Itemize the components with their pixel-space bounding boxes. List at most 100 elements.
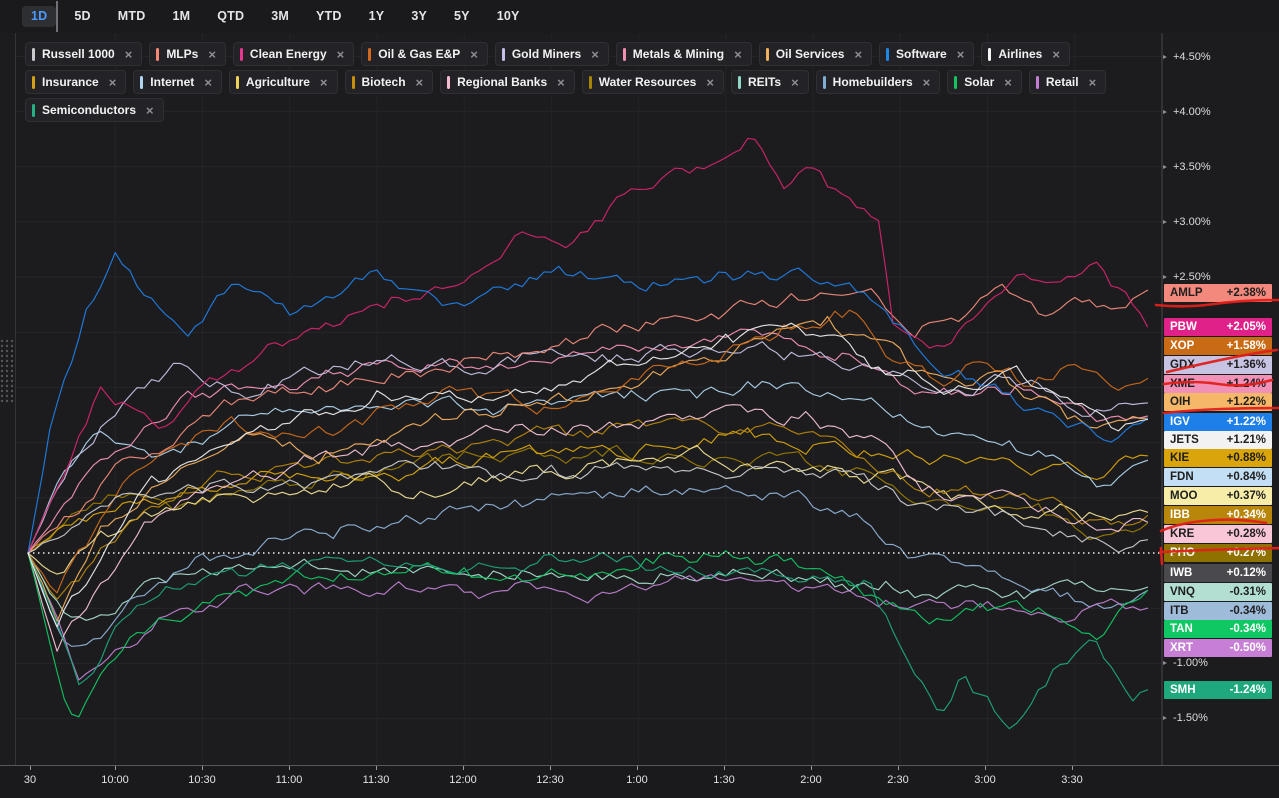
series-color-bar (236, 76, 239, 89)
series-chip[interactable]: Oil & Gas E&P × (361, 42, 488, 66)
series-chip-label: Agriculture (246, 75, 310, 89)
ticker-symbol: MOO (1170, 490, 1197, 502)
time-range-button[interactable]: 5Y (445, 6, 479, 27)
series-color-bar (766, 48, 769, 61)
ticker-change: +0.84% (1227, 471, 1266, 483)
series-color-bar (886, 48, 889, 61)
series-chip[interactable]: Insurance × (25, 70, 126, 94)
ticker-badge[interactable]: JETS +1.21% (1164, 431, 1272, 449)
series-color-bar (823, 76, 826, 89)
series-chip-label: Water Resources (599, 75, 697, 89)
ticker-symbol: AMLP (1170, 287, 1203, 299)
series-chip[interactable]: Semiconductors × (25, 98, 164, 122)
ticker-symbol: XRT (1170, 642, 1193, 654)
ticker-badge[interactable]: MOO +0.37% (1164, 487, 1272, 505)
time-range-button[interactable]: YTD (307, 6, 351, 27)
series-chip-label: Solar (964, 75, 994, 89)
time-range-button[interactable]: MTD (109, 6, 155, 27)
ticker-badge[interactable]: ITB -0.34% (1164, 602, 1272, 620)
chip-row: Insurance × Internet × Agriculture × Bio… (25, 70, 1106, 94)
chart-plot[interactable] (0, 33, 1279, 765)
ticker-badge[interactable]: TAN -0.34% (1164, 620, 1272, 638)
series-chip[interactable]: Russell 1000 × (25, 42, 142, 66)
close-icon[interactable]: × (146, 104, 154, 117)
series-chip[interactable]: MLPs × (149, 42, 226, 66)
y-axis-label: -1.50% (1173, 712, 1208, 724)
ticker-badge[interactable]: AMLP +2.38% (1164, 284, 1272, 302)
series-chip[interactable]: Internet × (133, 70, 222, 94)
series-chip[interactable]: Biotech × (345, 70, 434, 94)
series-chip[interactable]: Homebuilders × (816, 70, 941, 94)
close-icon[interactable]: × (791, 76, 799, 89)
close-icon[interactable]: × (734, 48, 742, 61)
close-icon[interactable]: × (706, 76, 714, 89)
ticker-symbol: OIH (1170, 396, 1190, 408)
ticker-badge[interactable]: IWB +0.12% (1164, 564, 1272, 582)
ticker-badge[interactable]: PBW +2.05% (1164, 318, 1272, 336)
series-chip[interactable]: Solar × (947, 70, 1022, 94)
x-axis-label: 10:00 (101, 774, 129, 786)
ticker-badge[interactable]: XOP +1.58% (1164, 337, 1272, 355)
close-icon[interactable]: × (1004, 76, 1012, 89)
series-chip-label: Russell 1000 (42, 47, 115, 61)
series-chip[interactable]: Water Resources × (582, 70, 724, 94)
ticker-badge[interactable]: XME +1.24% (1164, 375, 1272, 393)
time-range-button[interactable]: 3M (262, 6, 298, 27)
ticker-badge[interactable]: IBB +0.34% (1164, 506, 1272, 524)
ticker-change: +1.21% (1227, 434, 1266, 446)
close-icon[interactable]: × (854, 48, 862, 61)
close-icon[interactable]: × (557, 76, 565, 89)
time-range-button[interactable]: 1Y (360, 6, 394, 27)
time-range-button[interactable]: 5D (65, 6, 99, 27)
close-icon[interactable]: × (125, 48, 133, 61)
x-axis-label: 30 (24, 774, 36, 786)
close-icon[interactable]: × (109, 76, 117, 89)
ticker-badge[interactable]: FDN +0.84% (1164, 468, 1272, 486)
close-icon[interactable]: × (591, 48, 599, 61)
series-chip-label: Software (896, 47, 947, 61)
ticker-badge[interactable]: XRT -0.50% (1164, 639, 1272, 657)
close-icon[interactable]: × (320, 76, 328, 89)
time-range-button[interactable]: 1M (163, 6, 199, 27)
ticker-symbol: TAN (1170, 623, 1193, 635)
x-axis-tick (811, 766, 812, 770)
time-range-button[interactable]: 1D (22, 6, 56, 27)
series-chip[interactable]: Agriculture × (229, 70, 338, 94)
ticker-symbol: PHO (1170, 547, 1195, 559)
close-icon[interactable]: × (1089, 76, 1097, 89)
close-icon[interactable]: × (957, 48, 965, 61)
series-chip[interactable]: Metals & Mining × (616, 42, 752, 66)
series-chip[interactable]: Regional Banks × (440, 70, 575, 94)
ticker-badge[interactable]: KIE +0.88% (1164, 449, 1272, 467)
series-color-bar (368, 48, 371, 61)
series-chip[interactable]: REITs × (731, 70, 809, 94)
close-icon[interactable]: × (204, 76, 212, 89)
ticker-badge[interactable]: GDX +1.36% (1164, 356, 1272, 374)
close-icon[interactable]: × (337, 48, 345, 61)
close-icon[interactable]: × (470, 48, 478, 61)
ticker-badge[interactable]: VNQ -0.31% (1164, 583, 1272, 601)
y-axis-label: -1.00% (1173, 657, 1208, 669)
series-chip[interactable]: Oil Services × (759, 42, 872, 66)
series-chip[interactable]: Software × (879, 42, 974, 66)
close-icon[interactable]: × (416, 76, 424, 89)
x-axis-tick (202, 766, 203, 770)
close-icon[interactable]: × (1052, 48, 1060, 61)
ticker-badge[interactable]: KRE +0.28% (1164, 525, 1272, 543)
time-range-button[interactable]: QTD (208, 6, 253, 27)
series-chip[interactable]: Airlines × (981, 42, 1070, 66)
time-range-button[interactable]: 3Y (402, 6, 436, 27)
close-icon[interactable]: × (923, 76, 931, 89)
series-color-bar (32, 48, 35, 61)
ticker-badge[interactable]: PHO +0.27% (1164, 544, 1272, 562)
ticker-badge[interactable]: SMH -1.24% (1164, 681, 1272, 699)
close-icon[interactable]: × (208, 48, 216, 61)
ticker-badge[interactable]: OIH +1.22% (1164, 393, 1272, 411)
series-chip[interactable]: Retail × (1029, 70, 1106, 94)
time-range-button[interactable]: 10Y (488, 6, 529, 27)
y-axis-label: +2.50% (1173, 271, 1211, 283)
ticker-change: +2.38% (1227, 287, 1266, 299)
series-chip[interactable]: Clean Energy × (233, 42, 354, 66)
ticker-badge[interactable]: IGV +1.22% (1164, 413, 1272, 431)
series-chip[interactable]: Gold Miners × (495, 42, 609, 66)
